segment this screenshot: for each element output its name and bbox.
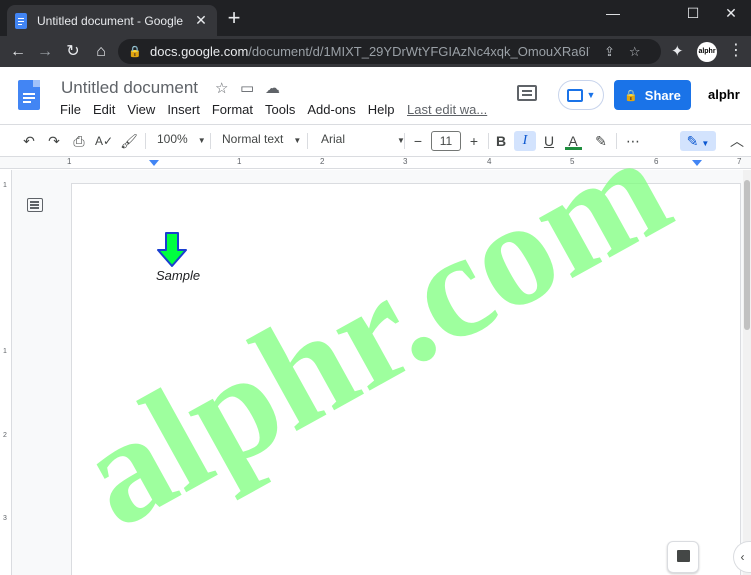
browser-toolbar: ← → ↻ ⌂ 🔒 docs.google.com/document/d/1MI… — [0, 36, 751, 67]
lock-icon: 🔒 — [624, 89, 638, 102]
url-text: docs.google.com/document/d/1MIXT_29YDrWt… — [150, 44, 590, 59]
menu-file[interactable]: File — [60, 102, 81, 117]
undo-icon[interactable]: ↶ — [18, 131, 40, 151]
tab-close-icon[interactable]: ✕ — [193, 12, 209, 29]
ruler-number: 2 — [3, 432, 7, 439]
close-window-button[interactable]: ✕ — [711, 0, 751, 28]
browser-menu-icon[interactable]: ⋮ — [728, 40, 744, 60]
account-logo[interactable]: alphr — [708, 87, 740, 102]
browser-tab-strip: Untitled document - Google Doc ✕ + — ☐ ✕ — [0, 0, 751, 36]
ruler-number: 1 — [3, 182, 7, 189]
chevron-down-icon: ▼ — [586, 90, 596, 100]
chevron-up-icon[interactable]: ︿ — [728, 131, 746, 151]
vertical-scrollbar[interactable] — [743, 170, 751, 575]
document-outline-icon[interactable] — [27, 198, 43, 212]
lock-icon[interactable]: 🔒 — [128, 45, 142, 58]
reload-icon[interactable]: ↻ — [61, 40, 85, 64]
menu-bar: File Edit View Insert Format Tools Add-o… — [60, 102, 407, 117]
menu-edit[interactable]: Edit — [93, 102, 115, 117]
bookmark-star-icon[interactable]: ☆ — [629, 44, 641, 60]
menu-tools[interactable]: Tools — [265, 102, 295, 117]
ruler-number: 1 — [67, 157, 72, 166]
share-label: Share — [644, 87, 681, 103]
ruler-number: 3 — [3, 515, 7, 522]
home-icon[interactable]: ⌂ — [89, 40, 113, 64]
scrollbar-thumb[interactable] — [744, 180, 750, 330]
menu-view[interactable]: View — [127, 102, 155, 117]
menu-format[interactable]: Format — [212, 102, 253, 117]
move-folder-icon[interactable]: ▭ — [240, 79, 254, 97]
watermark-text: alphr.com — [78, 140, 694, 540]
ruler-number: 1 — [3, 348, 7, 355]
vertical-ruler: 1 1 2 3 — [0, 170, 12, 575]
tab-title: Untitled document - Google Doc — [37, 13, 187, 28]
menu-insert[interactable]: Insert — [167, 102, 200, 117]
address-bar[interactable]: 🔒 docs.google.com/document/d/1MIXT_29YDr… — [118, 39, 661, 64]
extensions-puzzle-icon[interactable]: ✦ — [671, 42, 684, 60]
present-button[interactable]: ▼ — [558, 80, 604, 110]
docs-favicon-icon — [15, 12, 27, 29]
docs-header: Untitled document ☆ ▭ ☁ File Edit View I… — [0, 67, 751, 124]
redo-icon[interactable]: ↷ — [43, 131, 65, 151]
browser-tab[interactable]: Untitled document - Google Doc ✕ — [7, 5, 217, 36]
star-icon[interactable]: ☆ — [215, 79, 228, 97]
share-page-icon[interactable]: ⇪ — [604, 44, 615, 60]
share-button[interactable]: 🔒 Share — [614, 80, 691, 110]
present-icon — [566, 88, 583, 102]
new-tab-button[interactable]: + — [224, 7, 244, 29]
back-arrow-icon[interactable]: ← — [6, 40, 30, 64]
cloud-saved-icon[interactable]: ☁ — [265, 79, 280, 97]
document-title[interactable]: Untitled document — [61, 78, 198, 98]
menu-help[interactable]: Help — [368, 102, 395, 117]
comment-history-icon[interactable] — [517, 85, 537, 101]
profile-avatar[interactable]: alphr — [697, 42, 717, 62]
docs-logo-icon[interactable] — [18, 80, 40, 110]
ruler-number: 7 — [737, 157, 742, 166]
explore-icon[interactable] — [667, 541, 699, 573]
forward-arrow-icon[interactable]: → — [33, 40, 57, 64]
minimize-button[interactable]: — — [593, 0, 633, 28]
last-edit-link[interactable]: Last edit wa... — [407, 102, 487, 117]
maximize-button[interactable]: ☐ — [673, 0, 713, 28]
menu-addons[interactable]: Add-ons — [307, 102, 355, 117]
alphr-watermark: alphr.com — [78, 140, 694, 540]
